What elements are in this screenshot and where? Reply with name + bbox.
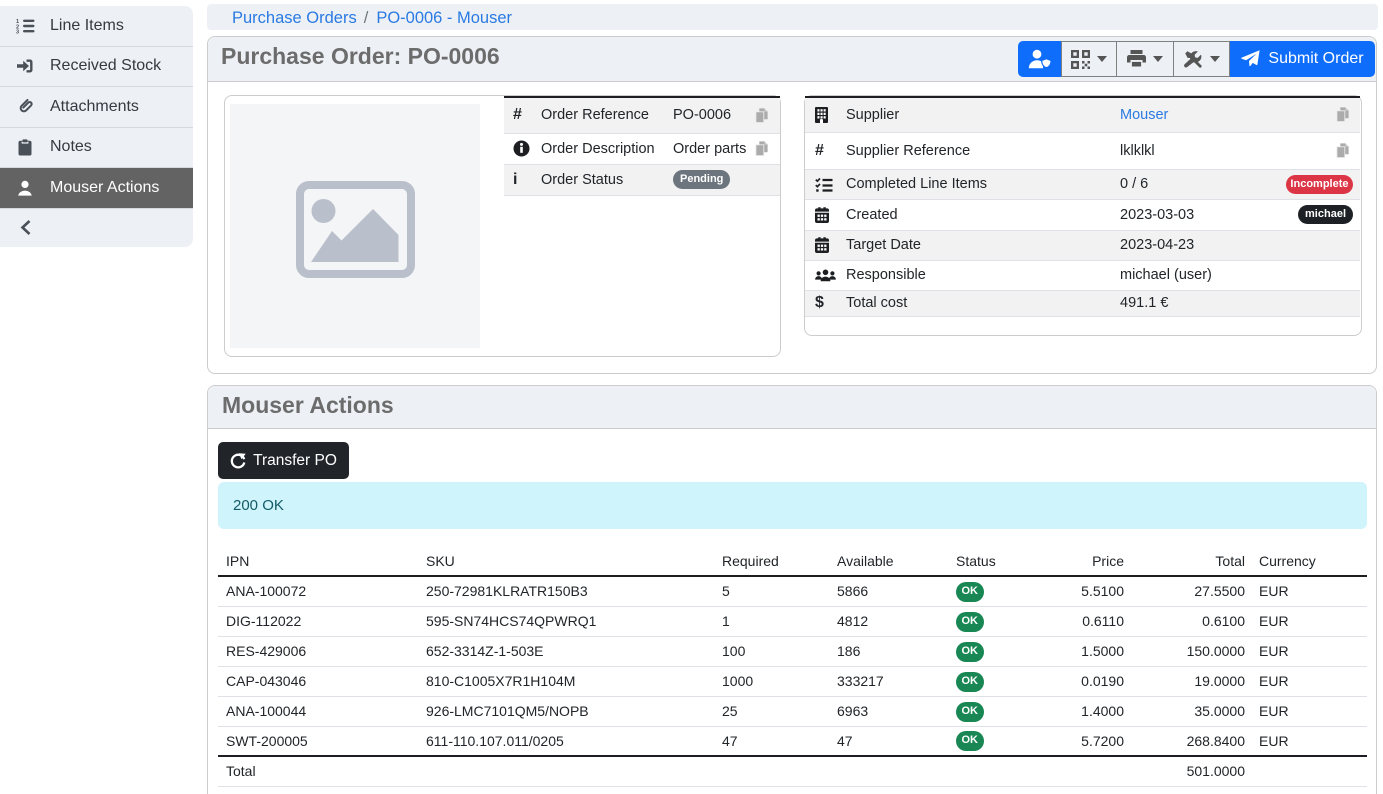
- svg-text:3: 3: [16, 29, 19, 33]
